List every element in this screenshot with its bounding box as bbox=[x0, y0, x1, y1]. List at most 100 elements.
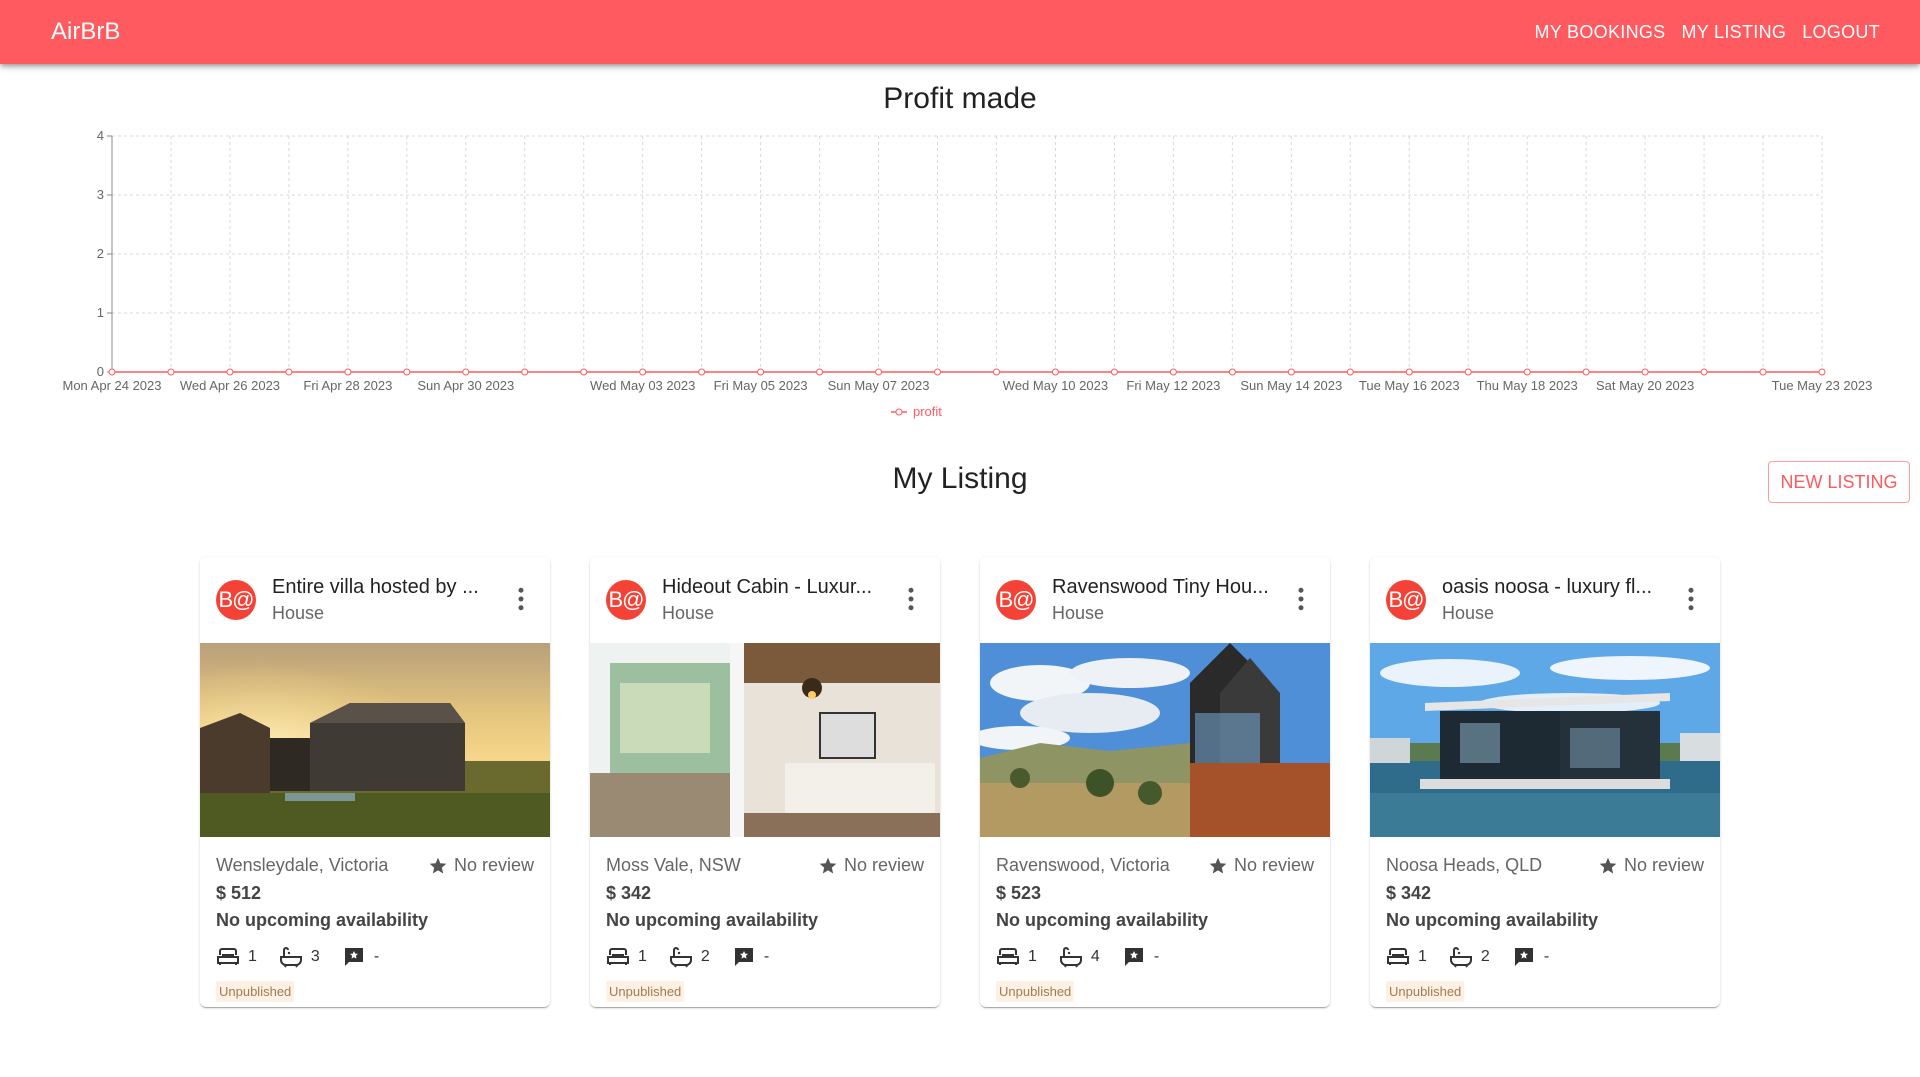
price: $ 342 bbox=[606, 883, 652, 903]
location: Noosa Heads, QLD bbox=[1386, 855, 1543, 875]
data-point bbox=[226, 368, 234, 376]
price: $ 342 bbox=[1386, 883, 1432, 903]
reviews-count: - bbox=[373, 948, 380, 965]
my-listing-button[interactable]: MY LISTING bbox=[1673, 14, 1794, 51]
bathtub-icon bbox=[669, 947, 692, 968]
review-text: No review bbox=[1233, 855, 1314, 875]
y-tick-label: 0 bbox=[97, 364, 104, 379]
star-icon bbox=[1209, 857, 1227, 873]
data-point bbox=[1051, 368, 1059, 376]
location: Wensleydale, Victoria bbox=[216, 855, 389, 875]
availability: No upcoming availability bbox=[216, 910, 429, 930]
bathtub-icon bbox=[1059, 947, 1082, 968]
bathtub-icon bbox=[1449, 947, 1472, 968]
price: $ 523 bbox=[996, 883, 1042, 903]
brand-logo[interactable]: AirBrB bbox=[51, 18, 120, 46]
x-tick-label: Sat May 20 2023 bbox=[1596, 378, 1694, 393]
more-options-icon[interactable] bbox=[1286, 584, 1316, 614]
data-point bbox=[1228, 368, 1236, 376]
profit-chart: 0 1 2 3 4 Mon Apr 24 2023 Wed Apr 26 2023 Fri A… bbox=[62, 128, 1873, 419]
data-point bbox=[108, 368, 116, 376]
data-point bbox=[462, 368, 470, 376]
star-icon bbox=[1599, 857, 1617, 873]
x-tick-label: Thu May 18 2023 bbox=[1477, 378, 1578, 393]
data-point bbox=[1818, 368, 1826, 376]
x-tick-label: Sun Apr 30 2023 bbox=[417, 378, 514, 393]
bed-icon bbox=[1387, 948, 1409, 965]
new-listing-button[interactable]: NEW LISTING bbox=[1768, 461, 1910, 503]
review-rating[interactable]: No review bbox=[1598, 855, 1704, 876]
x-tick-label: Sun May 07 2023 bbox=[828, 378, 930, 393]
listing-title: Ravenswood Tiny Hou... bbox=[1052, 576, 1269, 598]
x-tick-label: Fri Apr 28 2023 bbox=[303, 378, 392, 393]
card-header: B@ Hideout Cabin - Luxur... House bbox=[590, 557, 940, 643]
data-point bbox=[1110, 368, 1118, 376]
reviews-count: - bbox=[1153, 948, 1160, 965]
data-point bbox=[1700, 368, 1708, 376]
property-type: House bbox=[662, 603, 715, 623]
x-tick-label: Fri May 05 2023 bbox=[714, 378, 808, 393]
review-rating[interactable]: No review bbox=[428, 855, 534, 876]
listing-thumbnail[interactable] bbox=[1370, 643, 1720, 837]
data-point bbox=[1582, 368, 1590, 376]
legend-label: profit bbox=[913, 404, 942, 419]
listing-thumbnail[interactable] bbox=[200, 643, 550, 837]
data-point bbox=[1346, 368, 1354, 376]
listing-cards: B@ Entire villa hosted by ... House Wens… bbox=[200, 557, 1720, 1007]
data-point bbox=[875, 368, 883, 376]
card-header: B@ Entire villa hosted by ... House bbox=[200, 557, 550, 643]
status-badge: Unpublished bbox=[996, 981, 1075, 1002]
listing-title: oasis noosa - luxury fl... bbox=[1442, 576, 1653, 598]
card-header: B@ oasis noosa - luxury fl... House bbox=[1370, 557, 1720, 643]
y-tick-label: 4 bbox=[97, 128, 104, 143]
logout-button[interactable]: LOGOUT bbox=[1794, 14, 1888, 51]
listing-card[interactable]: B@ Ravenswood Tiny Hou... House Ravenswo… bbox=[980, 557, 1330, 1007]
amenities: 1 3 - bbox=[216, 945, 534, 969]
x-tick-label: Sun May 14 2023 bbox=[1240, 378, 1342, 393]
data-point bbox=[285, 368, 293, 376]
data-point bbox=[521, 368, 529, 376]
nav-menu: MY BOOKINGS MY LISTING LOGOUT bbox=[1526, 14, 1888, 51]
data-point bbox=[639, 368, 647, 376]
listing-card[interactable]: B@ oasis noosa - luxury fl... House Noos… bbox=[1370, 557, 1720, 1007]
data-point bbox=[580, 368, 588, 376]
y-tick-label: 1 bbox=[97, 305, 104, 320]
review-icon bbox=[1124, 948, 1143, 966]
my-bookings-button[interactable]: MY BOOKINGS bbox=[1526, 14, 1673, 51]
availability: No upcoming availability bbox=[606, 910, 819, 930]
baths-count: 2 bbox=[1480, 948, 1490, 965]
baths-count: 4 bbox=[1090, 948, 1100, 965]
avatar: B@ bbox=[606, 580, 646, 620]
status-badge: Unpublished bbox=[1386, 981, 1465, 1002]
listing-card[interactable]: B@ Hideout Cabin - Luxur... House Moss V… bbox=[590, 557, 940, 1007]
review-rating[interactable]: No review bbox=[1208, 855, 1314, 876]
location: Moss Vale, NSW bbox=[606, 855, 741, 875]
amenities: 1 4 - bbox=[996, 945, 1314, 969]
app-bar: AirBrB MY BOOKINGS MY LISTING LOGOUT bbox=[0, 0, 1920, 64]
listing-title: Hideout Cabin - Luxur... bbox=[662, 576, 873, 598]
more-options-icon[interactable] bbox=[506, 584, 536, 614]
avatar: B@ bbox=[996, 580, 1036, 620]
bed-icon bbox=[607, 948, 629, 965]
data-point bbox=[934, 368, 942, 376]
listing-thumbnail[interactable] bbox=[980, 643, 1330, 837]
avatar: B@ bbox=[1386, 580, 1426, 620]
review-text: No review bbox=[1623, 855, 1704, 875]
x-tick-label: Tue May 23 2023 bbox=[1772, 378, 1873, 393]
bed-icon bbox=[997, 948, 1019, 965]
more-options-icon[interactable] bbox=[1676, 584, 1706, 614]
amenities: 1 2 - bbox=[606, 945, 924, 969]
y-tick-label: 3 bbox=[97, 187, 104, 202]
data-point bbox=[1641, 368, 1649, 376]
review-text: No review bbox=[453, 855, 534, 875]
data-point bbox=[167, 368, 175, 376]
more-options-icon[interactable] bbox=[896, 584, 926, 614]
listing-thumbnail[interactable] bbox=[590, 643, 940, 837]
data-point bbox=[1287, 368, 1295, 376]
listing-card[interactable]: B@ Entire villa hosted by ... House Wens… bbox=[200, 557, 550, 1007]
beds-count: 1 bbox=[248, 948, 257, 965]
availability: No upcoming availability bbox=[996, 910, 1209, 930]
legend-marker bbox=[895, 408, 903, 416]
review-rating[interactable]: No review bbox=[818, 855, 924, 876]
x-tick-label: Wed Apr 26 2023 bbox=[180, 378, 280, 393]
